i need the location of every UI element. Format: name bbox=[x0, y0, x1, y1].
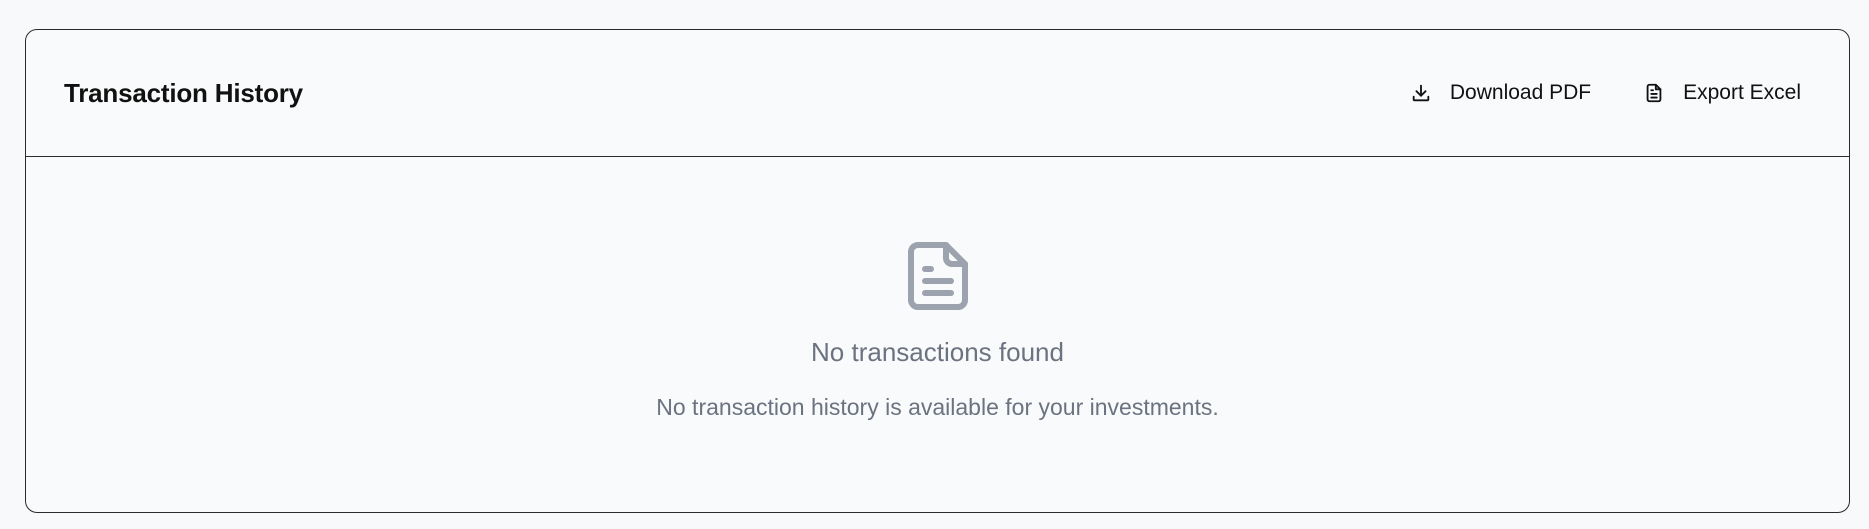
document-icon bbox=[906, 241, 970, 311]
transaction-history-card: Transaction History Download PDF Export … bbox=[25, 29, 1850, 513]
card-header: Transaction History Download PDF Export … bbox=[26, 30, 1849, 157]
empty-state: No transactions found No transaction his… bbox=[26, 157, 1849, 512]
export-excel-button[interactable]: Export Excel bbox=[1631, 72, 1811, 114]
page-title: Transaction History bbox=[64, 77, 303, 108]
download-icon bbox=[1408, 80, 1434, 106]
file-text-icon bbox=[1641, 80, 1667, 106]
header-actions: Download PDF Export Excel bbox=[1398, 72, 1811, 114]
download-pdf-label: Download PDF bbox=[1449, 81, 1592, 104]
empty-state-description: No transaction history is available for … bbox=[656, 394, 1219, 420]
export-excel-label: Export Excel bbox=[1683, 81, 1801, 104]
download-pdf-button[interactable]: Download PDF bbox=[1398, 72, 1601, 114]
empty-state-title: No transactions found bbox=[811, 337, 1064, 367]
